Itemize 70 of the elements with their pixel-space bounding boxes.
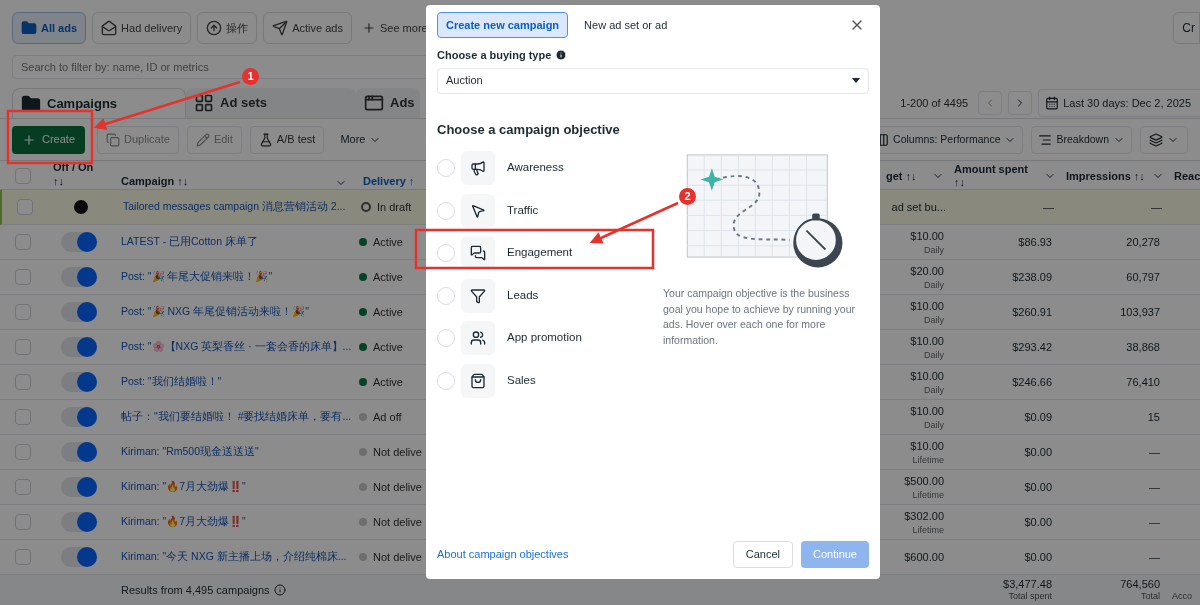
impressions-value: — <box>1149 479 1160 495</box>
delivery-status: Active <box>373 339 403 355</box>
impressions-value: 60,797 <box>1126 269 1160 285</box>
budget-period: Lifetime <box>912 489 944 501</box>
delivery-status: Not delive <box>373 444 422 460</box>
impressions-value: 76,410 <box>1126 374 1160 390</box>
amount-spent: $0.00 <box>1024 549 1052 565</box>
delivery-status: Active <box>373 304 403 320</box>
budget-value: $302.00 <box>904 509 944 525</box>
objective-label: Leads <box>507 287 539 303</box>
delivery-status: In draft <box>377 199 412 215</box>
amount-spent: $260.91 <box>1012 304 1052 320</box>
budget-value: $10.00 <box>910 369 944 385</box>
budget-period: Daily <box>924 384 944 396</box>
delivery-status: Not delive <box>373 479 422 495</box>
budget-value: $10.00 <box>910 439 944 455</box>
budget-period: Lifetime <box>912 524 944 536</box>
budget-period: Lifetime <box>912 454 944 466</box>
objective-description: Your campaign objective is the business goal you hope to achieve by running your ads. Hover over each one for more information. <box>663 286 857 348</box>
budget-value: $10.00 <box>910 404 944 420</box>
total-value: 764,560 <box>1120 578 1160 591</box>
budget-value: $600.00 <box>904 549 944 565</box>
budget-period: Daily <box>924 244 944 256</box>
impressions-value: 20,278 <box>1126 234 1160 250</box>
budget-value: $10.00 <box>910 334 944 350</box>
budget-period: Daily <box>924 279 944 291</box>
amount-spent: $0.00 <box>1024 514 1052 530</box>
total-label: Total <box>1141 591 1160 602</box>
budget-value: $20.00 <box>910 264 944 280</box>
budget-value: $10.00 <box>910 299 944 315</box>
impressions-value: 103,937 <box>1120 304 1160 320</box>
objective-label: Engagement <box>507 245 573 261</box>
delivery-status: Not delive <box>373 514 422 530</box>
objective-label: Sales <box>507 372 536 388</box>
impressions-value: — <box>1149 444 1160 460</box>
amount-spent: $86.93 <box>1018 234 1052 250</box>
field-label: Choose a buying type <box>437 48 552 63</box>
delivery-status: Ad off <box>373 409 402 425</box>
delivery-status: Active <box>373 269 403 285</box>
amount-spent: $0.00 <box>1024 444 1052 460</box>
total-label: Acco <box>1172 591 1192 602</box>
impressions-value: — <box>1149 549 1160 565</box>
budget-period: Daily <box>924 349 944 361</box>
amount-spent: $293.42 <box>1012 339 1052 355</box>
amount-spent: $246.66 <box>1012 374 1052 390</box>
amount-spent: $0.09 <box>1024 409 1052 425</box>
delivery-status: Active <box>373 374 403 390</box>
step-badge: 1 <box>242 68 259 85</box>
impressions-value: — <box>1149 514 1160 530</box>
delivery-status: Active <box>373 234 403 250</box>
impressions-value: 15 <box>1147 409 1160 425</box>
amount-spent: — <box>1043 199 1054 215</box>
section-heading: Choose a campaign objective <box>437 120 621 139</box>
budget-period: Daily <box>924 419 944 431</box>
budget-value: ad set bu... <box>891 199 946 215</box>
total-label: Total spent <box>1008 591 1052 602</box>
total-value: $3,477.48 <box>1003 578 1052 591</box>
impressions-value: — <box>1151 199 1162 215</box>
amount-spent: $238.09 <box>1012 269 1052 285</box>
budget-value: $500.00 <box>904 474 944 490</box>
budget-value: $10.00 <box>910 229 944 245</box>
page-range: 1-200 of 4495 <box>900 95 969 111</box>
budget-period: Daily <box>924 314 944 326</box>
objective-label: Awareness <box>507 160 564 176</box>
objective-label: Traffic <box>507 202 539 218</box>
delivery-status: Not delive <box>373 549 422 565</box>
impressions-value: 38,868 <box>1126 339 1160 355</box>
amount-spent: $0.00 <box>1024 479 1052 495</box>
results-summary: Results from 4,495 campaigns <box>121 583 270 597</box>
objective-label: App promotion <box>507 330 582 346</box>
